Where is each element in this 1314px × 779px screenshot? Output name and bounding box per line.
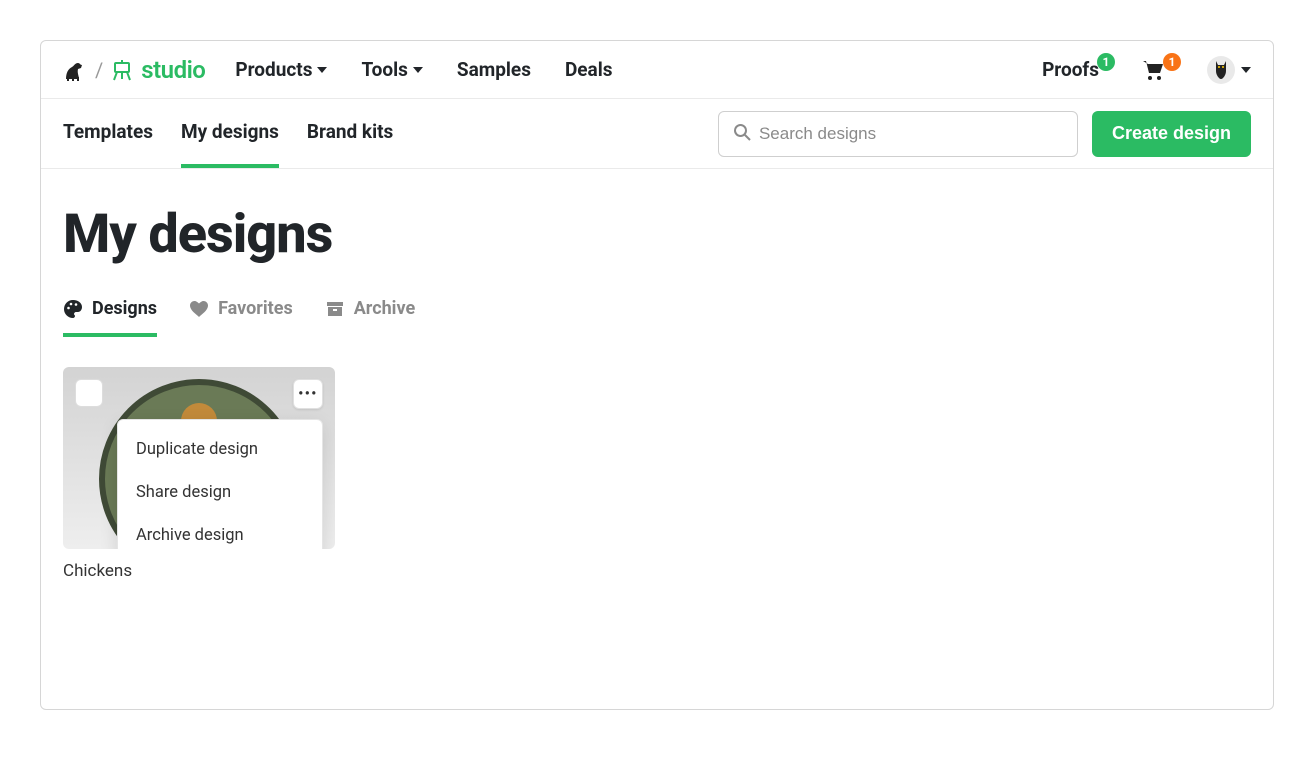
app-window: / studio Products Tools Samples Deals [40,40,1274,710]
filter-favorites-label: Favorites [218,298,293,319]
tab-my-designs[interactable]: My designs [181,99,279,168]
top-nav: / studio Products Tools Samples Deals [41,41,1273,99]
card-more-button[interactable]: ••• [293,379,323,409]
avatar-icon [1207,56,1235,84]
archive-icon [325,299,345,319]
page-body: My designs Designs Favorites Archive [41,169,1273,615]
top-nav-right: Proofs 1 1 [1042,56,1251,84]
proofs-label: Proofs [1042,58,1099,81]
nav-samples-label: Samples [457,58,531,81]
proofs-badge: 1 [1097,53,1115,71]
brand-studio-label: studio [141,56,205,84]
sub-nav: Templates My designs Brand kits Create d… [41,99,1273,169]
nav-products[interactable]: Products [235,58,327,81]
filter-designs-label: Designs [92,298,157,319]
more-icon: ••• [298,386,318,402]
chevron-down-icon [317,67,327,73]
tab-brand-kits-label: Brand kits [307,120,393,143]
design-card: ••• Duplicate design Share design Archiv… [63,367,335,581]
account-menu[interactable] [1207,56,1251,84]
logo-group[interactable]: / studio [63,56,205,84]
heart-icon [189,299,209,319]
tab-templates[interactable]: Templates [63,99,153,168]
card-context-menu: Duplicate design Share design Archive de… [117,419,323,549]
sub-nav-right: Create design [718,111,1251,157]
page-title: My designs [63,203,1251,266]
filter-designs[interactable]: Designs [63,298,157,337]
tab-brand-kits[interactable]: Brand kits [307,99,393,168]
search-input[interactable] [759,124,1063,144]
search-wrap[interactable] [718,111,1078,157]
tab-templates-label: Templates [63,120,153,143]
palette-icon [63,299,83,319]
menu-share-design[interactable]: Share design [118,471,322,514]
cart-badge: 1 [1163,53,1181,71]
design-card-title: Chickens [63,561,335,581]
filter-favorites[interactable]: Favorites [189,298,293,337]
easel-icon [111,59,133,81]
design-thumbnail[interactable]: ••• Duplicate design Share design Archiv… [63,367,335,549]
filter-tabs: Designs Favorites Archive [63,298,1251,337]
main-menu: Products Tools Samples Deals [235,58,612,81]
proofs-link[interactable]: Proofs 1 [1042,58,1117,81]
chevron-down-icon [413,67,423,73]
design-grid: ••• Duplicate design Share design Archiv… [63,367,1251,581]
menu-duplicate-design[interactable]: Duplicate design [118,428,322,471]
horse-icon [63,59,87,81]
filter-archive[interactable]: Archive [325,298,415,337]
create-design-button[interactable]: Create design [1092,111,1251,157]
cart-icon [1141,59,1165,81]
search-icon [733,123,751,145]
sub-nav-tabs: Templates My designs Brand kits [63,99,393,168]
nav-samples[interactable]: Samples [457,58,531,81]
chevron-down-icon [1241,67,1251,73]
nav-tools-label: Tools [361,58,407,81]
nav-tools[interactable]: Tools [361,58,422,81]
cart-button[interactable]: 1 [1141,59,1183,81]
nav-products-label: Products [235,58,312,81]
breadcrumb-separator: / [95,58,103,82]
select-checkbox[interactable] [75,379,103,407]
nav-deals-label: Deals [565,58,613,81]
nav-deals[interactable]: Deals [565,58,613,81]
filter-archive-label: Archive [354,298,415,319]
tab-my-designs-label: My designs [181,120,279,143]
menu-archive-design[interactable]: Archive design [118,514,322,549]
